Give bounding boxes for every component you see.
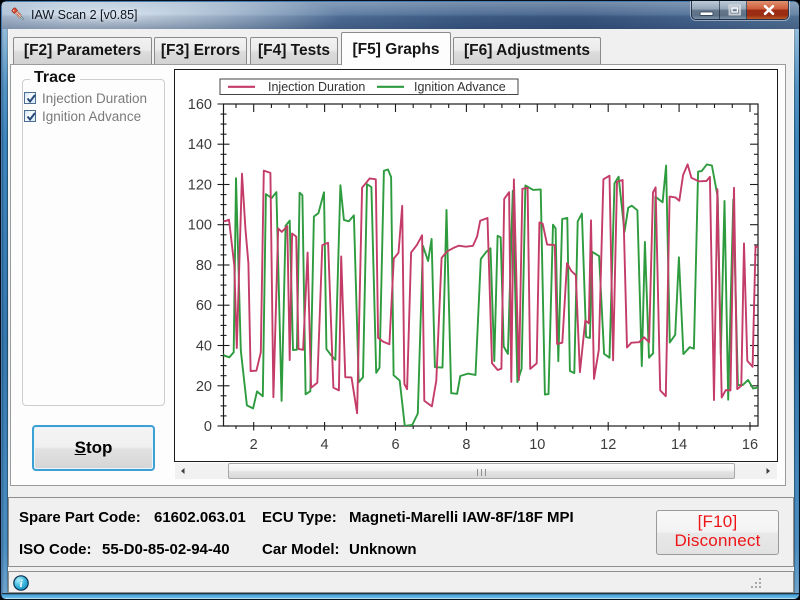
svg-text:20: 20	[196, 379, 212, 395]
svg-text:6: 6	[391, 437, 399, 453]
svg-text:10: 10	[529, 437, 545, 453]
svg-text:0: 0	[204, 419, 212, 435]
svg-text:2: 2	[250, 437, 258, 453]
svg-text:Ignition Advance: Ignition Advance	[414, 80, 506, 94]
svg-text:120: 120	[188, 178, 212, 194]
svg-text:80: 80	[196, 258, 212, 274]
svg-text:60: 60	[196, 298, 212, 314]
svg-text:Injection Duration: Injection Duration	[268, 80, 365, 94]
svg-text:14: 14	[671, 437, 687, 453]
svg-text:100: 100	[188, 218, 212, 234]
svg-text:160: 160	[188, 97, 212, 113]
svg-text:4: 4	[321, 437, 329, 453]
svg-text:12: 12	[600, 437, 616, 453]
svg-text:40: 40	[196, 339, 212, 355]
svg-text:8: 8	[462, 437, 470, 453]
svg-text:16: 16	[742, 437, 758, 453]
svg-text:140: 140	[188, 137, 212, 153]
